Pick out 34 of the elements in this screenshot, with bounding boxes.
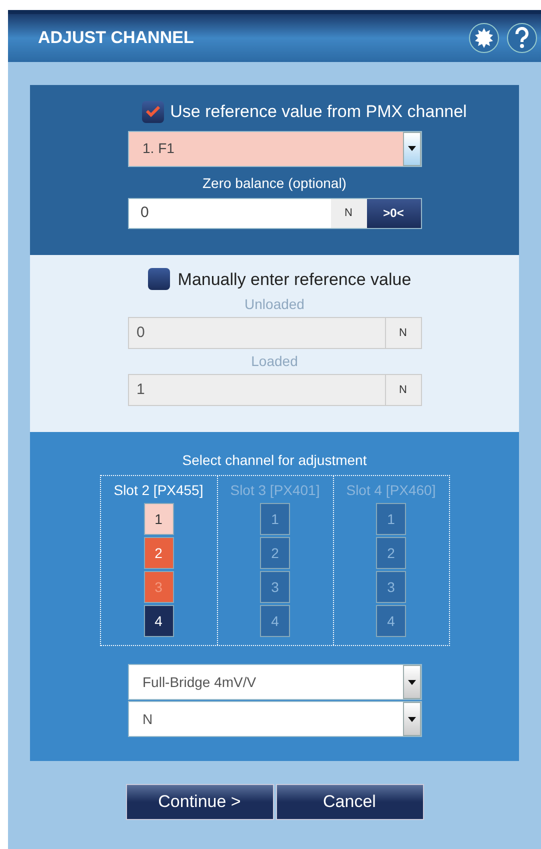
- field-label: Loaded: [251, 352, 298, 371]
- caret-icon: [408, 680, 416, 684]
- channel-button[interactable]: 4: [144, 605, 174, 637]
- window-title: ADJUST CHANNEL: [38, 27, 195, 50]
- channel-button[interactable]: 1: [144, 503, 174, 535]
- channel-button[interactable]: 2: [144, 537, 174, 569]
- slot-label: Slot 2 [PX455]: [114, 481, 204, 500]
- checkbox-label: Manually enter reference value: [178, 268, 412, 290]
- channel-select[interactable]: 1. F1: [128, 130, 422, 166]
- dialog-button[interactable]: Continue >: [126, 784, 274, 820]
- help-icon: [514, 27, 530, 49]
- dropdown-field[interactable]: Full-Bridge 4mV/V: [128, 664, 422, 700]
- dropdown-field[interactable]: N: [128, 701, 422, 737]
- help-button[interactable]: [507, 23, 537, 53]
- dropdown-button[interactable]: [402, 132, 420, 166]
- select-value: Full-Bridge 4mV/V: [142, 672, 258, 692]
- select-value: 1. F1: [142, 139, 176, 158]
- checkbox-label: Use reference value from PMX channel: [170, 101, 467, 123]
- select-value: N: [142, 710, 154, 728]
- settings-button[interactable]: [469, 23, 499, 53]
- dropdown-button[interactable]: [402, 702, 420, 736]
- caret-icon: [408, 716, 416, 722]
- gear-icon: [473, 27, 495, 49]
- dialog-button[interactable]: Cancel: [276, 784, 424, 820]
- slot-label: Slot 3 [PX401]: [230, 481, 320, 500]
- field-label: Zero balance (optional): [202, 174, 346, 193]
- field-label: Unloaded: [244, 295, 304, 314]
- dropdown-button[interactable]: [402, 665, 420, 699]
- slot-label: Slot 4 [PX460]: [346, 481, 436, 500]
- checkbox[interactable]: [142, 100, 164, 123]
- checkbox[interactable]: [148, 268, 170, 290]
- caret-icon: [408, 146, 416, 151]
- check-icon: [146, 106, 160, 118]
- section-title: Select channel for adjustment: [182, 451, 367, 470]
